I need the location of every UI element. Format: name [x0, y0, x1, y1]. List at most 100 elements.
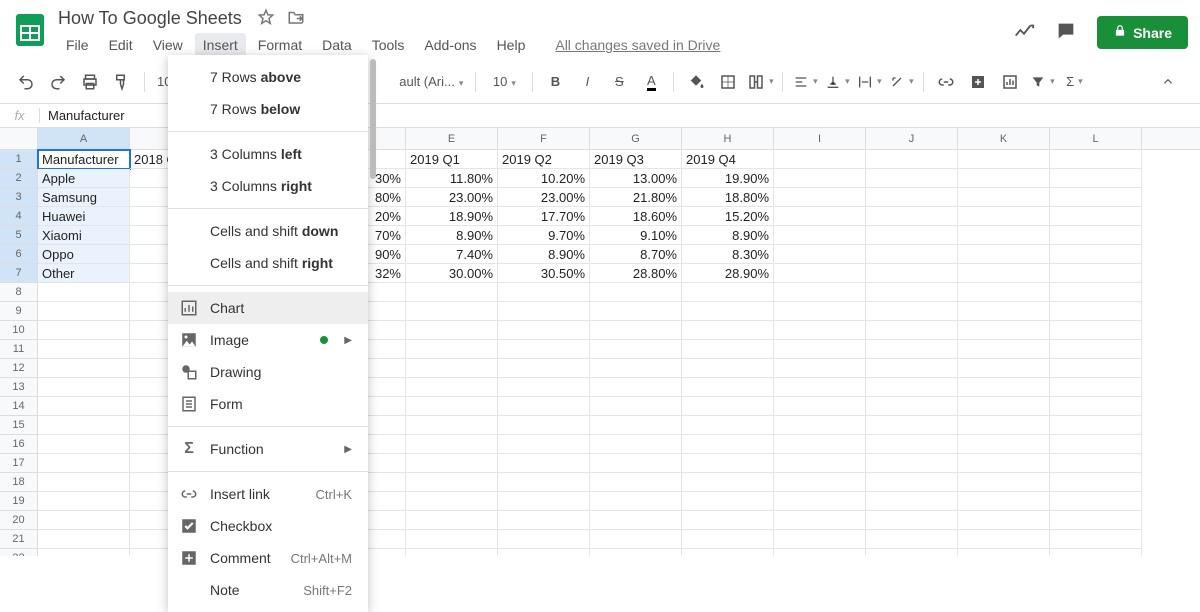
cell-A18[interactable] [38, 473, 130, 492]
cell-F4[interactable]: 17.70% [498, 207, 590, 226]
cell-A21[interactable] [38, 530, 130, 549]
menu-tools[interactable]: Tools [364, 33, 413, 57]
cell-K8[interactable] [958, 283, 1050, 302]
cell-H16[interactable] [682, 435, 774, 454]
cell-E20[interactable] [406, 511, 498, 530]
cell-A20[interactable] [38, 511, 130, 530]
cell-L19[interactable] [1050, 492, 1142, 511]
cell-A3[interactable]: Samsung [38, 188, 130, 207]
h-align-icon[interactable] [791, 68, 819, 96]
row-header-14[interactable]: 14 [0, 397, 38, 416]
cell-G8[interactable] [590, 283, 682, 302]
cell-J17[interactable] [866, 454, 958, 473]
menu-item-down[interactable]: Cells and shift down [168, 215, 368, 247]
cell-E3[interactable]: 23.00% [406, 188, 498, 207]
menu-data[interactable]: Data [314, 33, 360, 57]
row-header-8[interactable]: 8 [0, 283, 38, 302]
cell-F3[interactable]: 23.00% [498, 188, 590, 207]
cell-F17[interactable] [498, 454, 590, 473]
rotate-icon[interactable] [887, 68, 915, 96]
cell-I1[interactable] [774, 150, 866, 169]
cell-G15[interactable] [590, 416, 682, 435]
cell-K6[interactable] [958, 245, 1050, 264]
row-header-20[interactable]: 20 [0, 511, 38, 530]
col-header-L[interactable]: L [1050, 128, 1142, 149]
undo-icon[interactable] [12, 68, 40, 96]
menu-file[interactable]: File [58, 33, 97, 57]
menu-item-function[interactable]: ΣFunction▶ [168, 433, 368, 465]
cell-A6[interactable]: Oppo [38, 245, 130, 264]
row-header-12[interactable]: 12 [0, 359, 38, 378]
cell-A5[interactable]: Xiaomi [38, 226, 130, 245]
cell-K14[interactable] [958, 397, 1050, 416]
cell-L13[interactable] [1050, 378, 1142, 397]
cell-G21[interactable] [590, 530, 682, 549]
cell-H7[interactable]: 28.90% [682, 264, 774, 283]
cell-J2[interactable] [866, 169, 958, 188]
cell-J4[interactable] [866, 207, 958, 226]
cell-I22[interactable] [774, 549, 866, 556]
cell-K10[interactable] [958, 321, 1050, 340]
cell-H9[interactable] [682, 302, 774, 321]
cell-E10[interactable] [406, 321, 498, 340]
cell-K21[interactable] [958, 530, 1050, 549]
cell-J12[interactable] [866, 359, 958, 378]
cell-E21[interactable] [406, 530, 498, 549]
cell-F1[interactable]: 2019 Q2 [498, 150, 590, 169]
cell-E11[interactable] [406, 340, 498, 359]
cell-G19[interactable] [590, 492, 682, 511]
row-header-2[interactable]: 2 [0, 169, 38, 188]
cell-H20[interactable] [682, 511, 774, 530]
move-icon[interactable] [287, 8, 305, 29]
cell-I13[interactable] [774, 378, 866, 397]
cell-E17[interactable] [406, 454, 498, 473]
cell-I14[interactable] [774, 397, 866, 416]
row-header-15[interactable]: 15 [0, 416, 38, 435]
cell-A9[interactable] [38, 302, 130, 321]
cell-L9[interactable] [1050, 302, 1142, 321]
col-header-A[interactable]: A [38, 128, 130, 149]
cell-K13[interactable] [958, 378, 1050, 397]
cell-I2[interactable] [774, 169, 866, 188]
font-size-select[interactable]: 10 [484, 74, 524, 89]
cell-H4[interactable]: 15.20% [682, 207, 774, 226]
cell-E13[interactable] [406, 378, 498, 397]
cell-G17[interactable] [590, 454, 682, 473]
cell-I5[interactable] [774, 226, 866, 245]
cell-K1[interactable] [958, 150, 1050, 169]
cell-K12[interactable] [958, 359, 1050, 378]
functions-icon[interactable]: Σ [1060, 68, 1088, 96]
cell-G12[interactable] [590, 359, 682, 378]
menu-item-note[interactable]: NoteShift+F2 [168, 574, 368, 606]
cell-I9[interactable] [774, 302, 866, 321]
cell-G13[interactable] [590, 378, 682, 397]
cell-I3[interactable] [774, 188, 866, 207]
comment-history-icon[interactable] [1055, 20, 1077, 45]
cell-A2[interactable]: Apple [38, 169, 130, 188]
row-header-7[interactable]: 7 [0, 264, 38, 283]
menu-item-chart[interactable]: Chart [168, 292, 368, 324]
row-header-9[interactable]: 9 [0, 302, 38, 321]
font-select[interactable]: ault (Ari... [395, 74, 467, 89]
cell-H22[interactable] [682, 549, 774, 556]
row-header-6[interactable]: 6 [0, 245, 38, 264]
cell-I6[interactable] [774, 245, 866, 264]
trend-icon[interactable] [1013, 20, 1035, 45]
cell-H2[interactable]: 19.90% [682, 169, 774, 188]
cell-A14[interactable] [38, 397, 130, 416]
cell-E8[interactable] [406, 283, 498, 302]
cell-J21[interactable] [866, 530, 958, 549]
cell-F9[interactable] [498, 302, 590, 321]
menu-item-comment[interactable]: CommentCtrl+Alt+M [168, 542, 368, 574]
cell-H6[interactable]: 8.30% [682, 245, 774, 264]
cell-L14[interactable] [1050, 397, 1142, 416]
share-button[interactable]: Share [1097, 16, 1188, 49]
filter-icon[interactable] [1028, 68, 1056, 96]
cell-J3[interactable] [866, 188, 958, 207]
cell-F13[interactable] [498, 378, 590, 397]
menu-item-image[interactable]: Image▶ [168, 324, 368, 356]
cell-I10[interactable] [774, 321, 866, 340]
cell-A16[interactable] [38, 435, 130, 454]
row-header-21[interactable]: 21 [0, 530, 38, 549]
cell-G9[interactable] [590, 302, 682, 321]
